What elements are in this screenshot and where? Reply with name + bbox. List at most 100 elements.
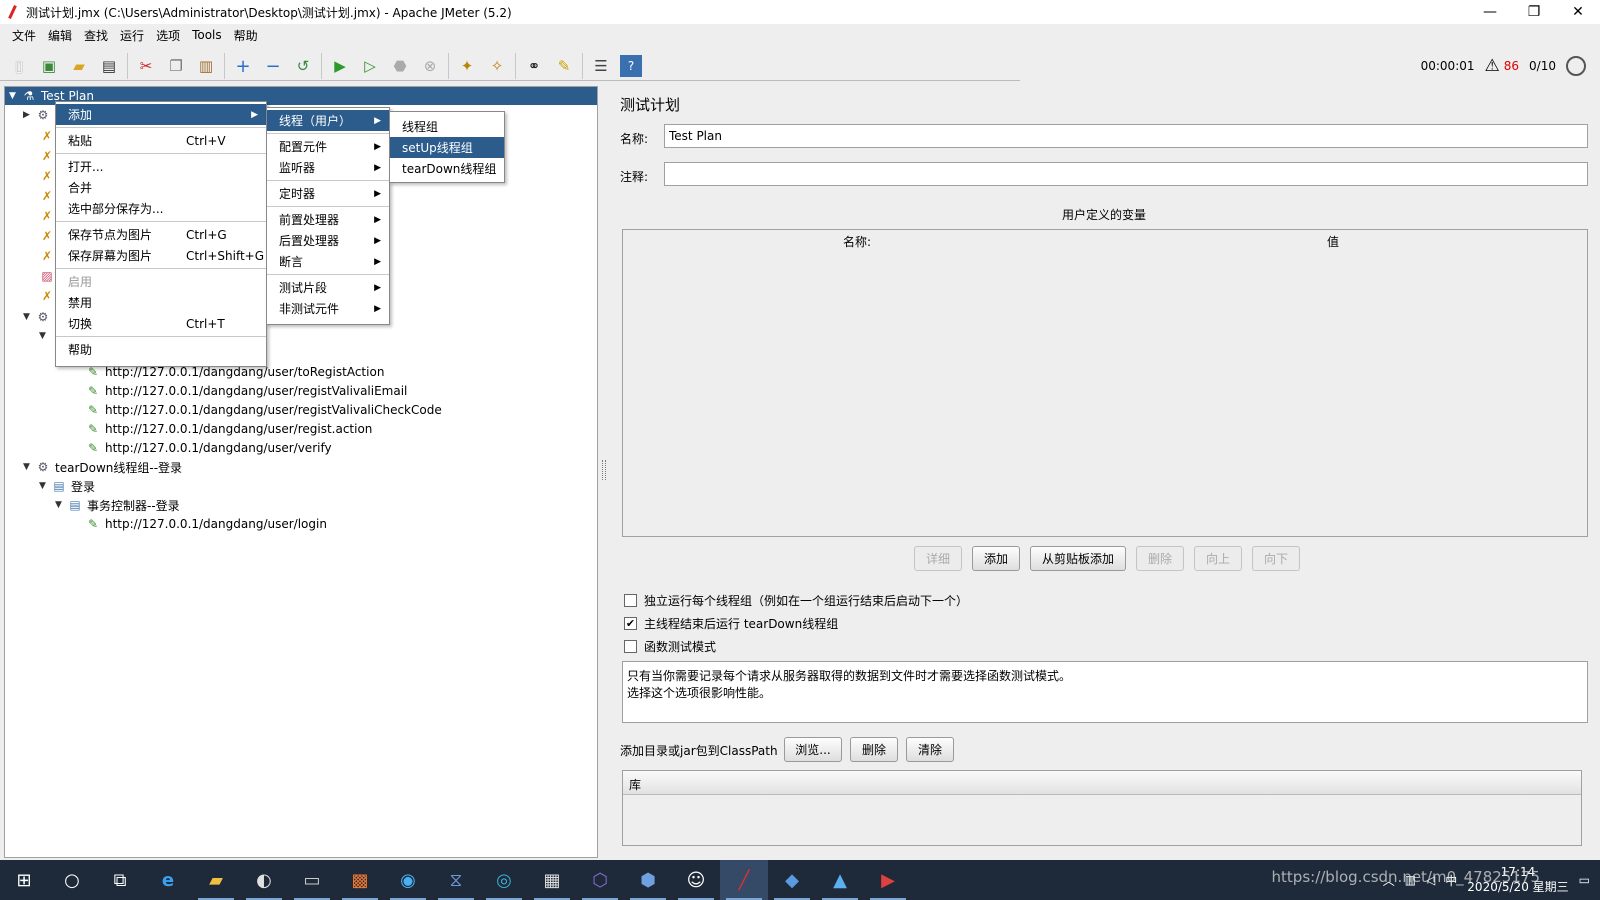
save-icon[interactable]: ▤ — [98, 55, 120, 77]
menu-item-open[interactable]: 打开... — [56, 156, 266, 177]
vs-icon[interactable]: ⬡ — [576, 860, 624, 900]
submenu-item-teardown-thread-group[interactable]: tearDown线程组 — [390, 158, 504, 179]
column-header-name[interactable]: 名称: — [843, 233, 871, 250]
menu-item-help[interactable]: 帮助 — [56, 339, 266, 360]
terminal-icon[interactable]: ▭ — [288, 860, 336, 900]
search-icon[interactable]: ○ — [48, 860, 96, 900]
photo-icon[interactable]: ▲ — [816, 860, 864, 900]
collapse-icon[interactable]: − — [262, 55, 284, 77]
library-column-header[interactable]: 库 — [623, 771, 1581, 795]
classpath-delete-button[interactable]: 删除 — [850, 737, 898, 762]
toggle-icon[interactable]: ↺ — [292, 55, 314, 77]
help-icon[interactable]: ? — [620, 55, 642, 77]
network-icon[interactable]: ◎ — [480, 860, 528, 900]
classpath-library-table[interactable]: 库 — [622, 770, 1582, 846]
code-icon[interactable]: ⧖ — [432, 860, 480, 900]
expand-arrow-icon[interactable]: ▼ — [39, 331, 51, 341]
submenu-item-threads[interactable]: 线程（用户） ▶ — [267, 110, 389, 131]
submenu-item-assertion[interactable]: 断言 ▶ — [267, 251, 389, 272]
edge-icon[interactable]: e — [144, 860, 192, 900]
column-header-value[interactable]: 值 — [1327, 233, 1339, 250]
minimize-button[interactable]: — — [1468, 0, 1512, 24]
submenu-item-thread-group[interactable]: 线程组 — [390, 116, 504, 137]
menu-search[interactable]: 查找 — [78, 27, 114, 44]
menu-item-merge[interactable]: 合并 — [56, 177, 266, 198]
tree-node-sampler[interactable]: ✎ http://127.0.0.1/dangdang/user/regist.… — [85, 420, 372, 438]
clear-all-icon[interactable]: ✧ — [486, 55, 508, 77]
submenu-item-config[interactable]: 配置元件 ▶ — [267, 136, 389, 157]
add-button[interactable]: 添加 — [972, 546, 1020, 571]
menu-item-add[interactable]: 添加 ▶ — [56, 104, 266, 125]
expand-icon[interactable]: + — [232, 55, 254, 77]
expand-arrow-icon[interactable]: ▼ — [9, 91, 21, 101]
templates-icon[interactable]: ▣ — [38, 55, 60, 77]
move-down-button[interactable]: 向下 — [1252, 546, 1300, 571]
menu-edit[interactable]: 编辑 — [42, 27, 78, 44]
tree-node-sampler[interactable]: ✎ http://127.0.0.1/dangdang/user/registV… — [85, 382, 407, 400]
menu-tools[interactable]: Tools — [186, 28, 228, 42]
expand-arrow-icon[interactable]: ▼ — [39, 481, 51, 491]
delete-button[interactable]: 删除 — [1136, 546, 1184, 571]
menu-item-save-screen-image[interactable]: 保存屏幕为图片 Ctrl+Shift+G — [56, 245, 266, 266]
copy-icon[interactable]: ❐ — [165, 55, 187, 77]
submenu-item-setup-thread-group[interactable]: setUp线程组 — [390, 137, 504, 158]
submenu-item-post-processor[interactable]: 后置处理器 ▶ — [267, 230, 389, 251]
tree-node-thread-group[interactable]: ▶ ⚙ — [23, 106, 55, 124]
tree-node-transaction-controller[interactable]: ▼ ▤ 事务控制器--登录 — [55, 496, 180, 514]
submenu-item-timer[interactable]: 定时器 ▶ — [267, 183, 389, 204]
submenu-item-test-fragment[interactable]: 测试片段 ▶ — [267, 277, 389, 298]
xampp-icon[interactable]: ▩ — [336, 860, 384, 900]
expand-arrow-icon[interactable]: ▼ — [55, 500, 67, 510]
app-icon[interactable]: ◐ — [240, 860, 288, 900]
menu-item-save-selection[interactable]: 选中部分保存为... — [56, 198, 266, 219]
move-up-button[interactable]: 向上 — [1194, 546, 1242, 571]
menu-item-paste[interactable]: 粘贴 Ctrl+V — [56, 130, 266, 151]
checkbox-box[interactable]: ✔ — [624, 617, 637, 630]
task-view-icon[interactable]: ⧉ — [96, 860, 144, 900]
submenu-item-non-test[interactable]: 非测试元件 ▶ — [267, 298, 389, 319]
functional-mode-checkbox[interactable]: 函数测试模式 — [624, 638, 716, 655]
menu-help[interactable]: 帮助 — [228, 27, 264, 44]
jmeter-icon[interactable]: ╱ — [720, 860, 768, 900]
clear-button[interactable]: 清除 — [906, 737, 954, 762]
add-from-clipboard-button[interactable]: 从剪贴板添加 — [1030, 546, 1126, 571]
start-icon[interactable]: ▶ — [329, 55, 351, 77]
start-icon[interactable]: ⊞ — [0, 860, 48, 900]
restore-button[interactable]: ❐ — [1512, 0, 1556, 24]
cut-icon[interactable]: ✂ — [135, 55, 157, 77]
expand-arrow-icon[interactable]: ▼ — [23, 312, 35, 322]
user-variables-table[interactable]: 名称: 值 — [622, 229, 1588, 537]
menu-item-disable[interactable]: 禁用 — [56, 292, 266, 313]
menu-file[interactable]: 文件 — [6, 27, 42, 44]
window-icon[interactable]: ▦ — [528, 860, 576, 900]
search-icon[interactable]: ⚭ — [523, 55, 545, 77]
tree-node-teardown-group[interactable]: ▼ ⚙ tearDown线程组--登录 — [23, 458, 182, 476]
reset-search-icon[interactable]: ✎ — [553, 55, 575, 77]
explorer-icon[interactable]: ▰ — [192, 860, 240, 900]
start-no-pause-icon[interactable]: ▷ — [359, 55, 381, 77]
checkbox-box[interactable] — [624, 640, 637, 653]
checkbox-box[interactable] — [624, 594, 637, 607]
submenu-item-listener[interactable]: 监听器 ▶ — [267, 157, 389, 178]
expand-arrow-icon[interactable]: ▶ — [23, 110, 35, 120]
clear-icon[interactable]: ✦ — [456, 55, 478, 77]
new-icon[interactable]: ▯ — [8, 55, 30, 77]
paste-icon[interactable]: ▥ — [195, 55, 217, 77]
tree-node-sampler[interactable]: ✎ http://127.0.0.1/dangdang/user/verify — [85, 439, 332, 457]
vscode-icon[interactable]: ◆ — [768, 860, 816, 900]
submenu-item-pre-processor[interactable]: 前置处理器 ▶ — [267, 209, 389, 230]
tree-node-controller[interactable]: ▼ — [39, 327, 51, 345]
menu-options[interactable]: 选项 — [150, 27, 186, 44]
media-icon[interactable]: ▶ — [864, 860, 912, 900]
cloud-icon[interactable]: ⬢ — [624, 860, 672, 900]
tree-node-sampler[interactable]: ✎ http://127.0.0.1/dangdang/user/login — [85, 515, 327, 533]
qq-icon[interactable]: ☺ — [672, 860, 720, 900]
notification-icon[interactable]: ▭ — [1579, 873, 1590, 887]
tree-node-sampler[interactable]: ✎ http://127.0.0.1/dangdang/user/registV… — [85, 401, 442, 419]
tree-node-thread-group[interactable]: ▼ ⚙ — [23, 308, 55, 326]
browse-button[interactable]: 浏览... — [784, 737, 842, 762]
tree-node-simple-controller[interactable]: ▼ ▤ 登录 — [39, 477, 95, 495]
warning-indicator[interactable]: ⚠ 86 — [1485, 56, 1520, 76]
stop-icon[interactable]: ⬣ — [389, 55, 411, 77]
detail-button[interactable]: 详细 — [914, 546, 962, 571]
